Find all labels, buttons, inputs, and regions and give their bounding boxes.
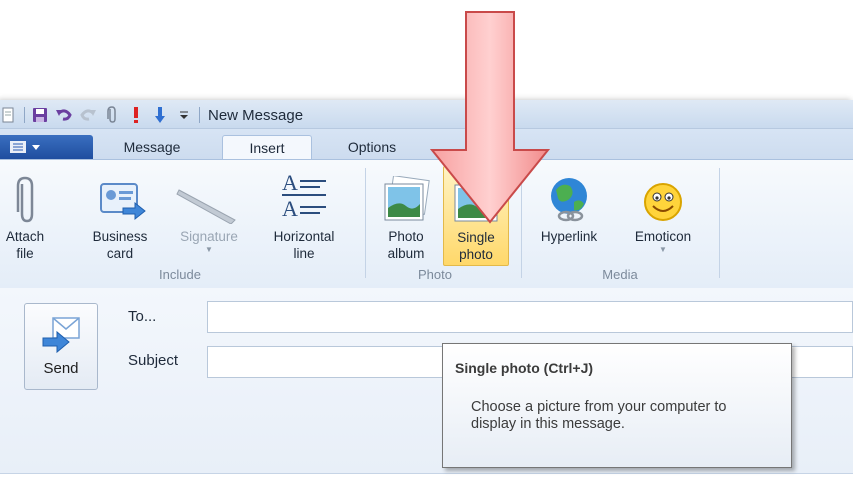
horizontal-line-button[interactable]: A A Horizontal line [256, 166, 352, 266]
quick-access-toolbar: New Message [0, 105, 303, 125]
tooltip-body: Choose a picture from your computer to d… [471, 399, 727, 432]
single-photo-tooltip: Single photo (Ctrl+J) Choose a picture f… [442, 343, 792, 468]
group-label-photo: Photo [418, 267, 452, 282]
to-button[interactable]: To... [128, 308, 156, 325]
file-menu-icon [10, 141, 40, 153]
globe-link-icon [551, 178, 587, 222]
emoticon-label: Emoticon [634, 229, 692, 244]
tooltip-title: Single photo (Ctrl+J) [455, 360, 594, 376]
photo-album-label-1: Photo [388, 229, 424, 244]
save-icon[interactable] [31, 106, 49, 124]
smiley-icon [644, 183, 682, 221]
horizontal-line-label-1: Horizontal [273, 229, 335, 244]
single-photo-label-1: Single [457, 230, 495, 245]
attach-file-button[interactable]: Attach file [2, 166, 48, 266]
attach-file-label-1: Attach [5, 229, 45, 244]
title-bar: New Message [0, 100, 853, 129]
emoticon-button[interactable]: Emoticon ▼ [619, 166, 707, 266]
send-label: Send [43, 360, 79, 377]
photo-album-label-2: album [387, 246, 425, 261]
signature-button[interactable]: Signature ▼ [162, 166, 256, 266]
to-field[interactable] [207, 301, 853, 333]
send-button[interactable]: Send [24, 303, 98, 390]
chevron-down-icon: ▼ [205, 245, 213, 254]
qat-separator [199, 107, 200, 123]
tab-options[interactable]: Options [328, 135, 416, 159]
tab-message[interactable]: Message [104, 135, 200, 159]
new-icon[interactable] [0, 106, 18, 124]
priority-high-icon[interactable] [127, 106, 145, 124]
file-menu-button[interactable] [0, 135, 93, 159]
tab-insert[interactable]: Insert [222, 135, 312, 160]
redo-icon[interactable] [79, 106, 97, 124]
business-card-button[interactable]: Business card [80, 166, 160, 266]
down-arrow-annotation [429, 11, 551, 224]
group-label-include: Include [159, 267, 201, 282]
business-card-label-2: card [106, 246, 134, 261]
undo-icon[interactable] [55, 106, 73, 124]
chevron-down-icon: ▼ [659, 245, 667, 254]
paperclip-icon [16, 176, 34, 223]
customize-qat-icon[interactable] [175, 106, 193, 124]
svg-text:A: A [282, 170, 298, 195]
photo-album-icon [384, 176, 430, 221]
group-separator [719, 168, 720, 278]
window-title: New Message [208, 106, 304, 124]
hyperlink-label: Hyperlink [540, 229, 598, 244]
ribbon-tab-row: Message Insert Options [0, 129, 853, 160]
qat-separator [24, 107, 25, 123]
svg-text:A: A [282, 196, 298, 220]
single-photo-label-2: photo [459, 247, 493, 262]
ribbon-insert: Attach file Business card Signature ▼ A … [0, 159, 853, 289]
group-label-media: Media [602, 267, 638, 282]
attach-file-label-2: file [16, 246, 34, 261]
horizontal-line-label-2: line [293, 246, 315, 261]
group-separator [365, 168, 366, 278]
priority-low-icon[interactable] [151, 106, 169, 124]
send-mail-icon [42, 317, 80, 354]
subject-label: Subject [128, 352, 179, 369]
signature-label: Signature [180, 229, 238, 244]
business-card-label-1: Business [92, 229, 148, 244]
horizontal-line-icon: A A [282, 170, 326, 220]
pen-icon [176, 189, 236, 224]
business-card-icon [100, 183, 146, 221]
attach-icon[interactable] [103, 106, 121, 124]
